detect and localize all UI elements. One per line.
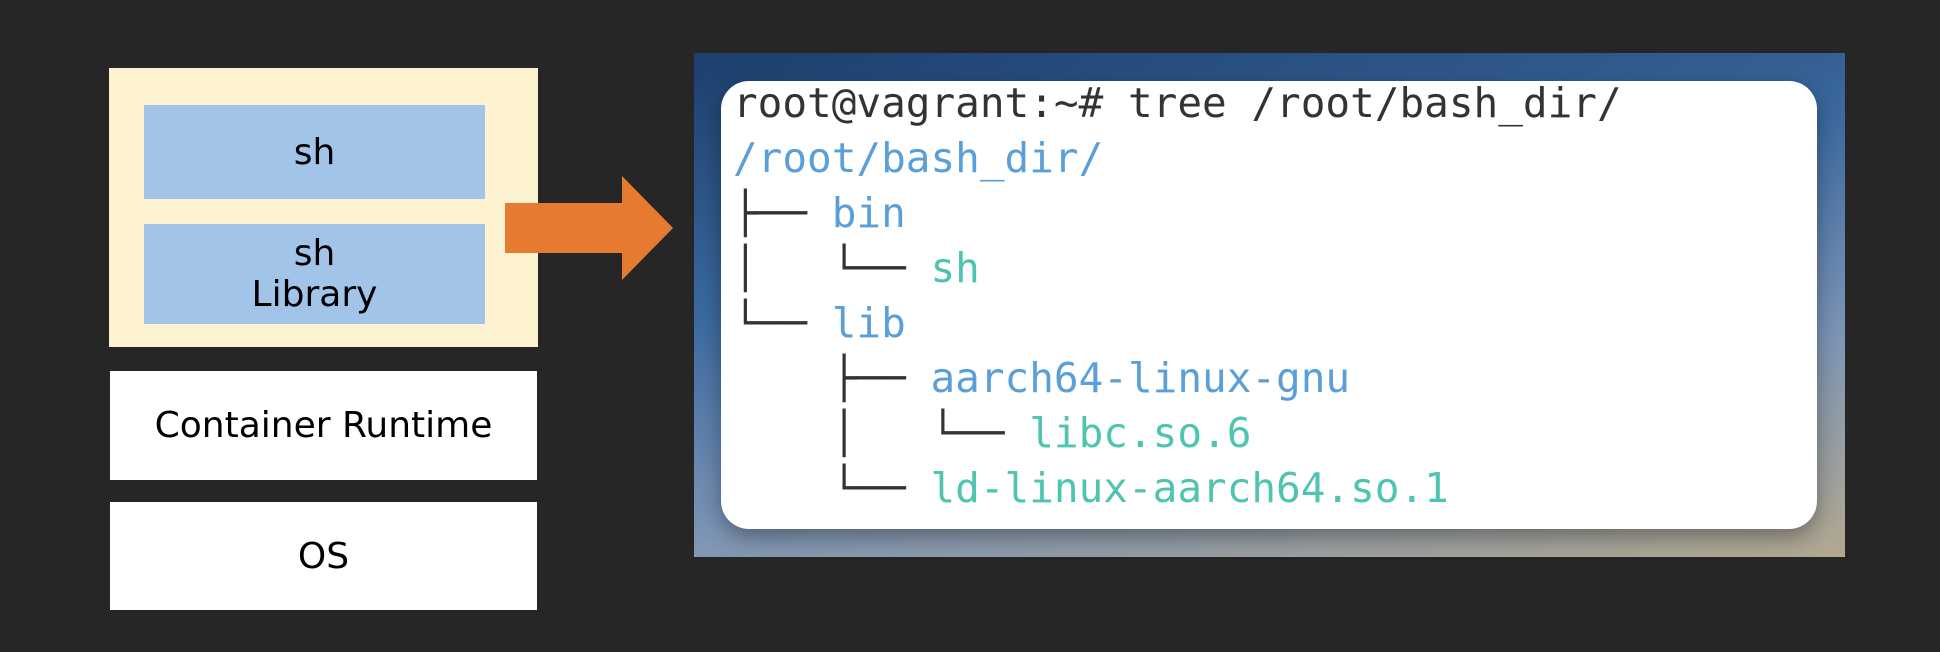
- sh-layer-label: sh: [293, 131, 336, 173]
- tree-line: │ └── libc.so.6: [733, 407, 1252, 459]
- terminal-screenshot: root@vagrant:~# tree /root/bash_dir/ /ro…: [694, 53, 1845, 557]
- tree-line: └── ld-linux-aarch64.so.1: [733, 462, 1449, 514]
- sh-library-label-line-1: sh: [293, 233, 336, 274]
- tree-directory-name: /root/bash_dir/: [733, 134, 1104, 182]
- tree-branch-prefix: │ └──: [733, 409, 1030, 457]
- tree-line: │ └── sh: [733, 242, 980, 294]
- tree-directory-name: aarch64-linux-gnu: [930, 354, 1351, 402]
- right-arrow-icon: [505, 176, 673, 280]
- tree-line: ├── aarch64-linux-gnu: [733, 352, 1350, 404]
- tree-line: ├── bin: [733, 187, 906, 239]
- tree-directory-name: lib: [831, 299, 906, 347]
- container-image-box: sh sh Library: [109, 68, 538, 347]
- tree-file-name: ld-linux-aarch64.so.1: [930, 464, 1449, 512]
- tree-file-name: sh: [930, 244, 980, 292]
- os-box: OS: [110, 502, 537, 610]
- tree-file-name: libc.so.6: [1029, 409, 1252, 457]
- tree-line: /root/bash_dir/: [733, 132, 1103, 184]
- terminal-command-line: root@vagrant:~# tree /root/bash_dir/: [733, 79, 1622, 127]
- sh-library-layer: sh Library: [144, 224, 485, 324]
- os-label: OS: [297, 535, 350, 577]
- container-runtime-box: Container Runtime: [110, 371, 537, 480]
- container-runtime-label: Container Runtime: [154, 405, 493, 446]
- tree-branch-prefix: │ └──: [733, 244, 931, 292]
- sh-layer: sh: [144, 105, 485, 199]
- tree-directory-name: bin: [831, 189, 906, 237]
- tree-line: └── lib: [733, 297, 906, 349]
- tree-branch-prefix: ├──: [733, 189, 832, 237]
- terminal-window: root@vagrant:~# tree /root/bash_dir/ /ro…: [721, 79, 1817, 529]
- tree-branch-prefix: └──: [733, 299, 832, 347]
- tree-branch-prefix: └──: [733, 464, 931, 512]
- sh-library-label-line-2: Library: [251, 274, 378, 315]
- tree-branch-prefix: ├──: [733, 354, 931, 402]
